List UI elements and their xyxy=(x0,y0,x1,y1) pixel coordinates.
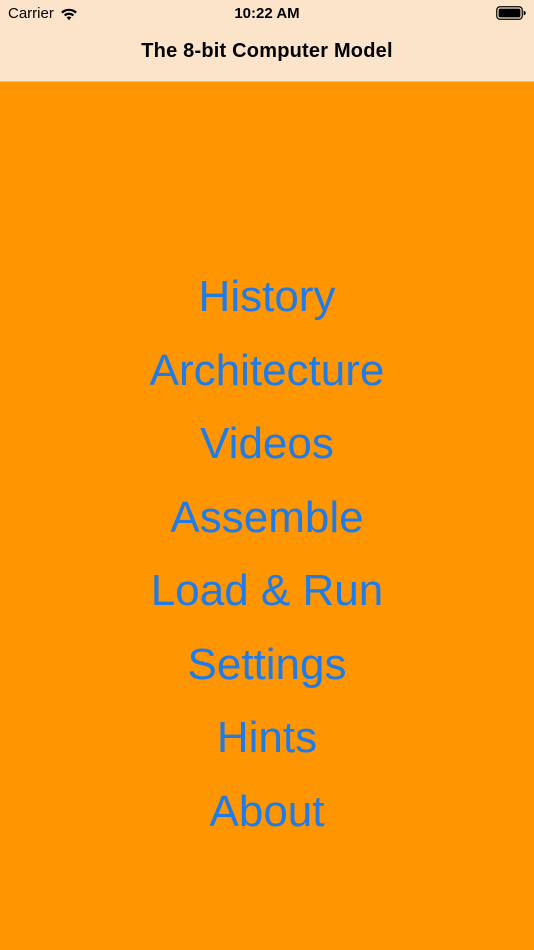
menu-item-videos[interactable]: Videos xyxy=(200,407,334,481)
menu-item-assemble[interactable]: Assemble xyxy=(170,481,363,555)
menu-item-history[interactable]: History xyxy=(199,260,336,334)
status-time: 10:22 AM xyxy=(234,5,300,22)
menu-item-load-and-run[interactable]: Load & Run xyxy=(151,554,383,628)
menu-item-architecture[interactable]: Architecture xyxy=(150,334,385,408)
menu-item-settings[interactable]: Settings xyxy=(188,628,347,702)
app-screen: Carrier 10:22 AM The 8-bit Computer Mode… xyxy=(0,0,534,950)
main-menu: History Architecture Videos Assemble Loa… xyxy=(0,260,534,848)
nav-title: The 8-bit Computer Model xyxy=(141,40,393,62)
top-bar: Carrier 10:22 AM The 8-bit Computer Mode… xyxy=(0,0,534,82)
menu-item-about[interactable]: About xyxy=(210,775,325,849)
status-bar: Carrier 10:22 AM xyxy=(0,0,534,28)
battery-icon xyxy=(496,6,526,20)
menu-item-hints[interactable]: Hints xyxy=(217,701,317,775)
